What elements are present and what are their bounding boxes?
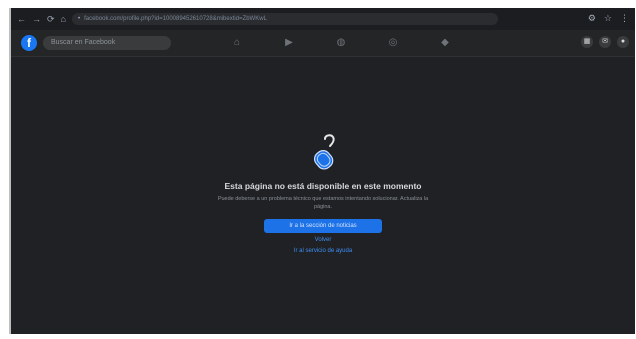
error-description: Puede deberse a un problema técnico que … (217, 196, 429, 210)
broken-link-icon (313, 134, 335, 170)
marketplace-tab-icon[interactable]: ◍ (335, 37, 347, 49)
home-tab-icon[interactable]: ⌂ (231, 37, 243, 49)
avatar[interactable]: ● (617, 36, 629, 48)
messenger-icon[interactable]: ✉ (599, 36, 611, 48)
forward-icon[interactable]: → (32, 14, 41, 24)
facebook-header: f Buscar en Facebook ⌂ ▶ ◍ ◎ ◆ ▦ ✉ ● (11, 30, 635, 57)
settings-icon[interactable]: ⚙ (588, 13, 596, 23)
facebook-logo[interactable]: f (21, 35, 37, 51)
video-tab-icon[interactable]: ▶ (283, 37, 295, 49)
error-panel: Esta página no está disponible en este m… (11, 133, 635, 255)
lock-icon: • (77, 16, 81, 22)
browser-actions: ⚙ ☆ ⋮ (588, 13, 629, 23)
header-actions: ▦ ✉ ● (581, 36, 629, 48)
gaming-tab-icon[interactable]: ◆ (439, 37, 451, 49)
browser-nav: ← → ⟳ ⌂ (17, 14, 66, 24)
error-title: Esta página no está disponible en este m… (224, 181, 422, 191)
main-content: Esta página no está disponible en este m… (11, 57, 635, 334)
reload-icon[interactable]: ⟳ (47, 14, 55, 24)
bookmark-icon[interactable]: ☆ (604, 13, 612, 23)
search-input[interactable]: Buscar en Facebook (43, 36, 171, 50)
apps-menu-icon[interactable]: ▦ (581, 36, 593, 48)
address-text: facebook.com/profile.php?id=100089452610… (84, 16, 267, 22)
go-back-link[interactable]: Volver (11, 236, 635, 244)
back-icon[interactable]: ← (17, 14, 26, 24)
go-to-news-feed-button[interactable]: Ir a la sección de noticias (264, 219, 382, 233)
browser-window: ← → ⟳ ⌂ • facebook.com/profile.php?id=10… (9, 8, 635, 334)
address-bar[interactable]: • facebook.com/profile.php?id=1000894526… (71, 13, 498, 25)
browser-toolbar: ← → ⟳ ⌂ • facebook.com/profile.php?id=10… (11, 8, 635, 30)
menu-icon[interactable]: ⋮ (620, 13, 629, 23)
help-center-link[interactable]: Ir al servicio de ayuda (11, 247, 635, 255)
home-icon[interactable]: ⌂ (61, 14, 66, 24)
groups-tab-icon[interactable]: ◎ (387, 37, 399, 49)
main-nav: ⌂ ▶ ◍ ◎ ◆ (231, 37, 451, 49)
